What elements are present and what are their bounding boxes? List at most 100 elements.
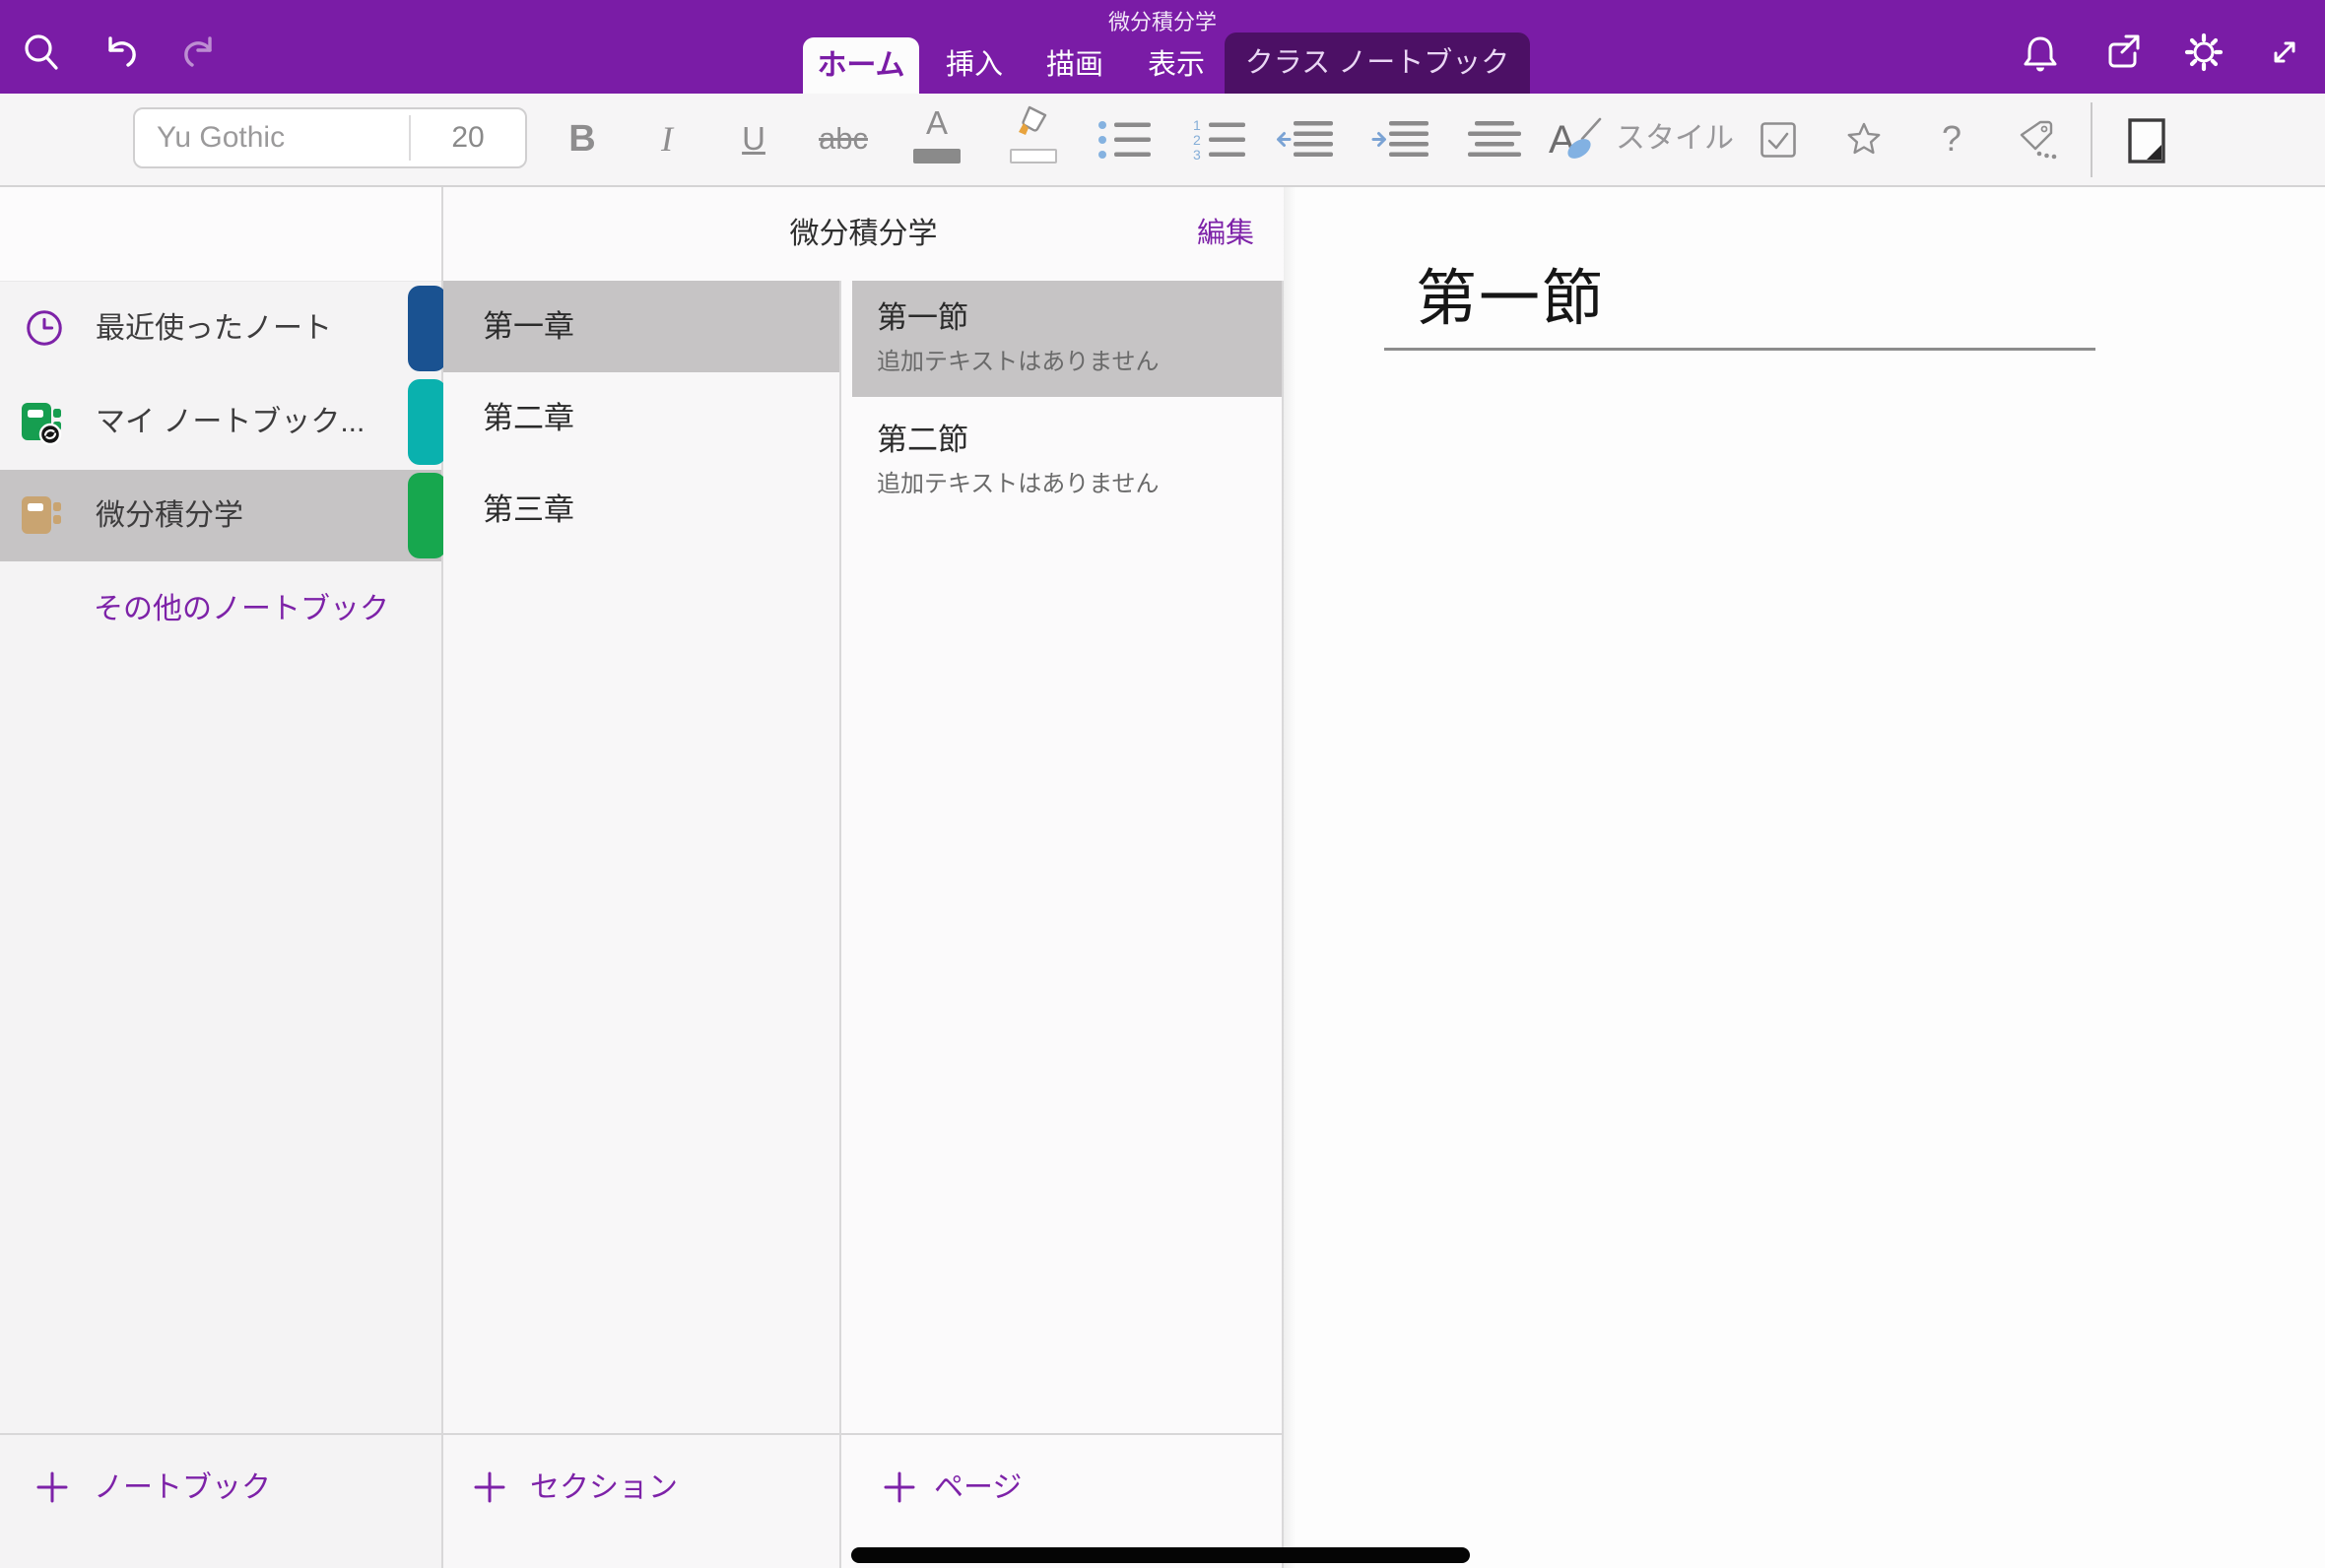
strikethrough-button[interactable]: abc (812, 108, 875, 169)
sidebar-item-label: マイ ノートブック... (96, 376, 365, 468)
pages-list: 第一節 追加テキストはありません 第二節 追加テキストはありません ページ (841, 281, 1284, 1568)
page-item-2[interactable]: 第二節 追加テキストはありません (852, 397, 1282, 513)
sidebar-item-my-notebooks[interactable]: マイ ノートブック... (0, 376, 441, 468)
tab-insert[interactable]: 挿入 (930, 37, 1019, 94)
page-subtitle-label: 追加テキストはありません (877, 346, 1160, 379)
search-icon (20, 31, 63, 74)
document-title: 微分積分学 (0, 5, 2325, 36)
styles-icon: A (1549, 113, 1604, 164)
font-color-button[interactable]: A (911, 105, 963, 170)
svg-text:3: 3 (1193, 147, 1201, 163)
font-color-letter: A (911, 105, 963, 141)
tab-view[interactable]: 表示 (1132, 37, 1221, 94)
tab-home[interactable]: ホーム (803, 37, 919, 94)
bold-button[interactable]: B (558, 108, 607, 169)
notebooks-sidebar: 最近使ったノート マイ ノートブック... (0, 187, 443, 1568)
section-item-3[interactable]: 第三章 (443, 464, 839, 555)
indent-button[interactable] (1371, 117, 1428, 163)
format-toolbar: Yu Gothic 20 B I U abc A (0, 94, 2325, 187)
question-tag-button[interactable]: ? (1929, 108, 1974, 169)
tab-draw[interactable]: 描画 (1030, 37, 1119, 94)
alignment-button[interactable] (1468, 117, 1521, 163)
highlight-color-swatch (1010, 149, 1057, 163)
notifications-button[interactable] (2019, 31, 2062, 74)
page-subtitle-label: 追加テキストはありません (877, 468, 1160, 501)
outdent-button[interactable] (1276, 117, 1333, 163)
indent-icon (1371, 117, 1428, 163)
plus-icon (473, 1470, 506, 1504)
top-app-bar: 微分積分学 ホーム 挿入 描画 表示 (0, 0, 2325, 94)
font-size-value[interactable]: 20 (411, 109, 525, 166)
page-editor-canvas[interactable]: 第一節 (1284, 187, 2325, 1568)
add-section-button[interactable]: セクション (443, 1433, 839, 1568)
section-item-1[interactable]: 第一章 (443, 281, 839, 372)
toolbar-divider (2091, 102, 2092, 177)
notebook-color-tab (408, 286, 446, 371)
add-page-label: ページ (934, 1459, 1022, 1518)
underline-button[interactable]: U (729, 108, 778, 169)
numbered-list-icon: 1 2 3 (1192, 117, 1245, 163)
sidebar-item-recent-notes[interactable]: 最近使ったノート (0, 283, 441, 374)
todo-tag-button[interactable] (1759, 120, 1798, 160)
fullscreen-button[interactable] (2263, 31, 2306, 74)
sidebar-item-label: 微分積分学 (96, 470, 243, 561)
italic-button[interactable]: I (642, 108, 692, 169)
sidebar-item-label: 最近使ったノート (96, 283, 332, 374)
align-icon (1468, 117, 1521, 163)
tab-class-notebook[interactable]: クラス ノートブック (1225, 33, 1530, 94)
plus-icon (883, 1470, 916, 1504)
notebook-sync-icon (20, 401, 67, 446)
search-button[interactable] (20, 31, 63, 74)
svg-text:1: 1 (1193, 117, 1201, 133)
section-label: 第二章 (483, 372, 574, 464)
editor-page-title[interactable]: 第一節 (1416, 248, 1605, 337)
share-icon (2101, 31, 2145, 74)
sidebar-item-calculus-notebook[interactable]: 微分積分学 (0, 470, 441, 561)
page-panel-toggle-button[interactable] (2126, 117, 2167, 164)
important-tag-button[interactable] (1842, 118, 1886, 162)
gear-icon (2182, 31, 2225, 74)
section-label: 第一章 (483, 281, 574, 372)
home-indicator[interactable] (851, 1547, 1470, 1563)
expand-icon (2263, 31, 2306, 74)
styles-button[interactable]: A (1549, 113, 1604, 164)
notebook-color-tab (408, 473, 446, 558)
notebook-panel-header: 微分積分学 編集 (443, 187, 1284, 281)
font-name-value[interactable]: Yu Gothic (157, 109, 285, 166)
page-title-label: 第一節 (877, 296, 968, 340)
sections-list: 第一章 第二章 第三章 セクション (443, 281, 841, 1568)
section-item-2[interactable]: 第二章 (443, 372, 839, 464)
highlight-button[interactable] (1008, 105, 1059, 170)
bullet-list-button[interactable] (1097, 117, 1151, 163)
undo-icon (97, 31, 144, 74)
page-item-1[interactable]: 第一節 追加テキストはありません (852, 281, 1282, 397)
highlighter-icon (1012, 105, 1055, 137)
outdent-icon (1276, 117, 1333, 163)
more-notebooks-link[interactable]: その他のノートブック (94, 589, 389, 630)
redo-button[interactable] (176, 31, 224, 74)
styles-label[interactable]: スタイル (1616, 108, 1734, 169)
notebook-icon (20, 494, 67, 538)
edit-button[interactable]: 編集 (1197, 187, 1254, 281)
star-icon (1842, 118, 1886, 162)
numbered-list-button[interactable]: 1 2 3 (1192, 117, 1245, 163)
clock-icon (24, 307, 65, 349)
undo-button[interactable] (97, 31, 144, 74)
bullet-list-icon (1097, 117, 1151, 163)
notebook-color-tab (408, 379, 446, 465)
settings-button[interactable] (2182, 31, 2225, 74)
sidebar-header (0, 187, 441, 282)
font-picker[interactable]: Yu Gothic 20 (133, 107, 527, 168)
title-underline (1384, 348, 2095, 351)
checkbox-icon (1759, 120, 1798, 160)
add-section-label: セクション (530, 1459, 678, 1518)
font-color-swatch (913, 149, 961, 163)
tag-icon (2016, 118, 2061, 162)
add-notebook-button[interactable]: ノートブック (0, 1433, 441, 1568)
bell-icon (2019, 31, 2062, 74)
page-corner-icon (2126, 117, 2167, 164)
notebook-title: 微分積分学 (443, 187, 1284, 281)
plus-icon (35, 1470, 69, 1504)
share-button[interactable] (2101, 31, 2145, 74)
custom-tag-button[interactable] (2016, 118, 2061, 162)
